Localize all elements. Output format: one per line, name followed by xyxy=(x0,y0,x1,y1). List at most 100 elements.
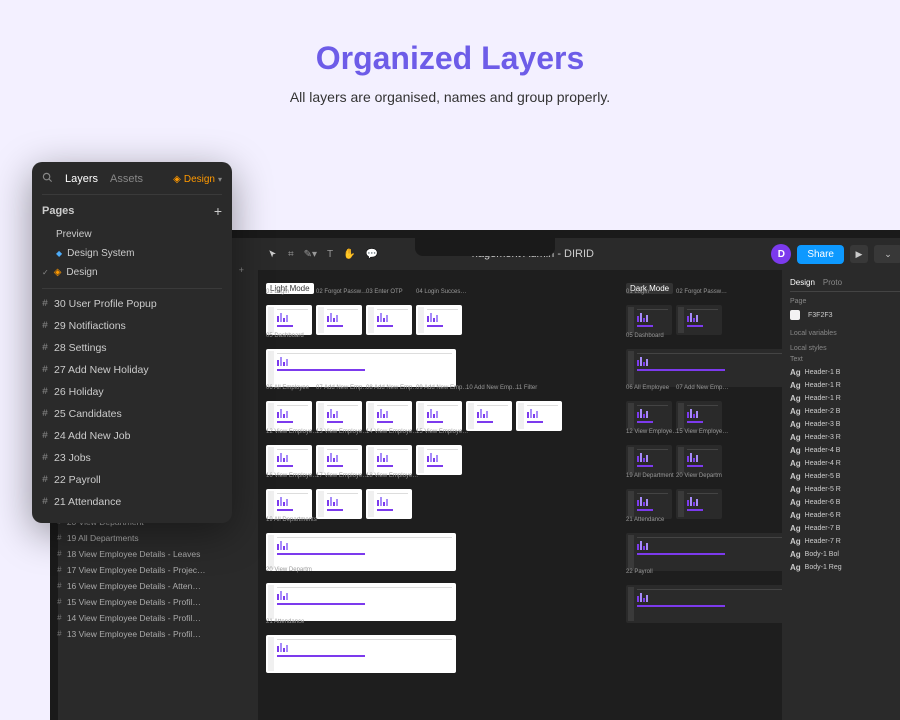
tab-assets[interactable]: Assets xyxy=(110,173,143,185)
text-style-item[interactable]: AgHeader-7 R xyxy=(790,535,900,548)
tab-design[interactable]: Design xyxy=(790,278,815,287)
add-page-button[interactable]: + xyxy=(214,203,222,219)
text-style-item[interactable]: AgBody-1 Bol xyxy=(790,548,900,561)
figma-canvas[interactable]: Light Mode 01 Login02 Forgot Passw…03 En… xyxy=(258,238,900,720)
laptop-notch xyxy=(415,238,555,256)
frame-item[interactable]: #25 Candidates xyxy=(42,403,222,425)
pen-tool-icon[interactable]: ✎▾ xyxy=(304,249,317,260)
frames-list: #30 User Profile Popup#29 Notifiactions#… xyxy=(42,288,222,513)
frame-item[interactable]: #30 User Profile Popup xyxy=(42,293,222,315)
page-item-design-system[interactable]: ◆ Design System xyxy=(42,244,222,263)
text-style-item[interactable]: AgHeader-1 R xyxy=(790,392,900,405)
canvas-frame[interactable]: 09 Add New Emp… xyxy=(416,393,462,431)
frame-icon: # xyxy=(57,550,62,559)
page-item-preview[interactable]: Preview xyxy=(42,225,222,244)
text-style-item[interactable]: AgHeader-6 B xyxy=(790,496,900,509)
canvas-frame[interactable]: 16 View Employe… xyxy=(266,481,312,519)
canvas-frame[interactable]: 06 All Employee xyxy=(626,393,672,431)
canvas-frame[interactable]: 12 View Employe… xyxy=(626,437,672,475)
frame-item[interactable]: #21 Attendance xyxy=(42,491,222,513)
text-tool-icon[interactable]: T xyxy=(327,249,333,260)
text-style-icon: Ag xyxy=(790,459,801,468)
hand-tool-icon[interactable]: ✋ xyxy=(343,249,355,260)
present-button[interactable]: ▶ xyxy=(850,245,868,263)
canvas-frame[interactable]: 08 Add New Emp… xyxy=(366,393,412,431)
frame-icon: # xyxy=(42,431,48,442)
frame-item[interactable]: #22 Payroll xyxy=(42,469,222,491)
canvas-frame[interactable]: 12 View Employe… xyxy=(266,437,312,475)
canvas-frame[interactable]: 15 View Employe… xyxy=(676,437,722,475)
search-icon[interactable] xyxy=(42,172,53,186)
canvas-frame[interactable]: 21 Attendance xyxy=(266,627,456,673)
canvas-frame[interactable]: 19 All Department xyxy=(626,481,672,519)
canvas-frame[interactable]: 21 Attendance xyxy=(626,525,782,571)
canvas-frame[interactable]: 02 Forgot Passw… xyxy=(316,297,362,335)
frame-item[interactable]: #16 View Employee Details - Atten… xyxy=(57,578,237,594)
text-style-icon: Ag xyxy=(790,433,801,442)
text-style-item[interactable]: AgHeader-4 R xyxy=(790,457,900,470)
frame-item[interactable]: #23 Jobs xyxy=(42,447,222,469)
page-selector[interactable]: ◈Design▾ xyxy=(173,174,222,185)
canvas-frame[interactable]: 01 Login xyxy=(266,297,312,335)
canvas-frame[interactable]: 06 All Employee xyxy=(266,393,312,431)
text-style-item[interactable]: AgHeader-2 B xyxy=(790,405,900,418)
text-style-item[interactable]: AgBody-1 Reg xyxy=(790,561,900,574)
canvas-frame[interactable]: 07 Add New Emp… xyxy=(676,393,722,431)
tab-layers[interactable]: Layers xyxy=(65,173,98,185)
zoom-menu[interactable]: ⌄ xyxy=(874,245,900,263)
frame-tool-icon[interactable]: ⌗ xyxy=(288,249,294,260)
canvas-frame[interactable]: 05 Dashboard xyxy=(266,341,456,387)
frame-item[interactable]: #14 View Employee Details - Profil… xyxy=(57,610,237,626)
frame-item[interactable]: #15 View Employee Details - Profil… xyxy=(57,594,237,610)
user-avatar[interactable]: D xyxy=(771,244,791,264)
text-style-item[interactable]: AgHeader-3 R xyxy=(790,431,900,444)
canvas-frame[interactable]: 05 Dashboard xyxy=(626,341,782,387)
frame-icon: # xyxy=(57,534,62,543)
frame-icon: # xyxy=(57,566,62,575)
canvas-frame[interactable]: 19 All Departments xyxy=(266,525,456,571)
page-background[interactable]: F3F2F3 xyxy=(790,308,900,322)
frame-item[interactable]: #24 Add New Job xyxy=(42,425,222,447)
frame-icon: # xyxy=(42,497,48,508)
frame-icon: # xyxy=(42,299,48,310)
canvas-frame[interactable]: 04 Login Succes… xyxy=(416,297,462,335)
canvas-frame[interactable]: 20 View Departm xyxy=(266,575,456,621)
canvas-frame[interactable]: 10 Add New Emp… xyxy=(466,393,512,431)
move-tool-icon[interactable] xyxy=(268,249,278,259)
frame-item[interactable]: #27 Add New Holiday xyxy=(42,359,222,381)
canvas-frame[interactable]: 07 Add New Emp… xyxy=(316,393,362,431)
text-style-item[interactable]: AgHeader-7 B xyxy=(790,522,900,535)
canvas-frame[interactable]: 18 View Employe… xyxy=(366,481,412,519)
text-style-item[interactable]: AgHeader-5 B xyxy=(790,470,900,483)
canvas-frame[interactable]: 02 Forgot Passw… xyxy=(676,297,722,335)
canvas-frame[interactable]: 15 View Employe… xyxy=(416,437,462,475)
frame-item[interactable]: #13 View Employee Details - Profil… xyxy=(57,626,237,642)
text-style-item[interactable]: AgHeader-6 R xyxy=(790,509,900,522)
canvas-frame[interactable]: 11 Filter xyxy=(516,393,562,431)
frame-item[interactable]: #26 Holiday xyxy=(42,381,222,403)
canvas-frame[interactable]: 01 Login xyxy=(626,297,672,335)
frame-item[interactable]: #19 All Departments xyxy=(57,530,237,546)
canvas-frame[interactable]: 13 View Employe… xyxy=(316,437,362,475)
canvas-frame[interactable]: 17 View Employe… xyxy=(316,481,362,519)
comment-tool-icon[interactable]: 💬 xyxy=(366,249,378,260)
frame-item[interactable]: #17 View Employee Details - Projec… xyxy=(57,562,237,578)
share-button[interactable]: Share xyxy=(797,245,844,264)
page-item-design-current[interactable]: ✓ ◈ Design xyxy=(42,263,222,282)
canvas-frame[interactable]: 20 View Departm xyxy=(676,481,722,519)
text-style-item[interactable]: AgHeader-3 B xyxy=(790,418,900,431)
tab-prototype[interactable]: Proto xyxy=(823,278,842,287)
component-icon: ◆ xyxy=(56,249,62,258)
text-style-item[interactable]: AgHeader-4 B xyxy=(790,444,900,457)
frame-item[interactable]: #29 Notifiactions xyxy=(42,315,222,337)
canvas-frame[interactable]: 14 View Employe… xyxy=(366,437,412,475)
text-style-item[interactable]: AgHeader-5 R xyxy=(790,483,900,496)
canvas-frame[interactable]: 22 Payroll xyxy=(626,577,782,623)
text-style-item[interactable]: AgHeader-1 R xyxy=(790,379,900,392)
frame-item[interactable]: #28 Settings xyxy=(42,337,222,359)
text-style-item[interactable]: AgHeader-1 B xyxy=(790,366,900,379)
frame-icon: # xyxy=(42,343,48,354)
frame-item[interactable]: #18 View Employee Details - Leaves xyxy=(57,546,237,562)
canvas-frame[interactable]: 03 Enter OTP xyxy=(366,297,412,335)
local-variables-label[interactable]: Local variables xyxy=(790,330,900,337)
